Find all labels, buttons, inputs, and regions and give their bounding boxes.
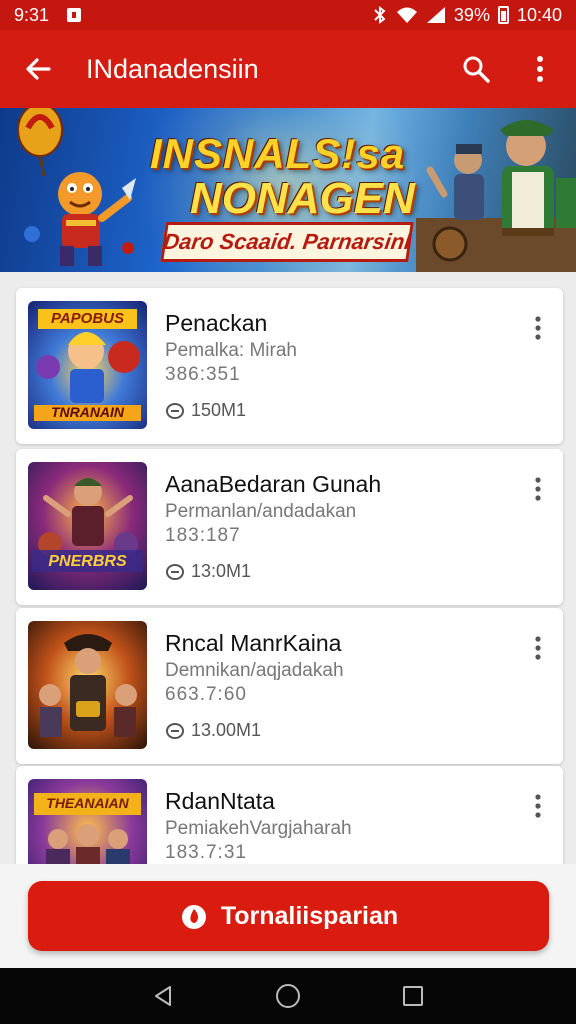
app-bar: INdanadensiin <box>0 30 576 108</box>
list-item[interactable]: PAPOBUS TNRANAIN Penackan Pemalka: Mirah… <box>16 288 563 444</box>
item-more-button[interactable] <box>527 630 549 666</box>
list-item[interactable]: Rncal ManrKaina Demnikan/aqjadakah 663.7… <box>16 608 563 764</box>
game-number: 183.7:31 <box>165 842 247 863</box>
more-vert-icon <box>535 794 541 818</box>
thumbnail-label: PAPOBUS <box>50 310 125 327</box>
banner-subtitle: Daro Scaaid. Parnarsinl <box>160 222 414 262</box>
banner-title-line1: INSNALS!sa <box>150 130 406 177</box>
search-icon <box>463 56 490 83</box>
list-item[interactable]: THEANAIAN RdanNtata PemiakehVargjaharah … <box>16 766 563 864</box>
game-title: Rncal ManrKaina <box>165 630 342 656</box>
item-more-button[interactable] <box>527 471 549 507</box>
bluetooth-icon <box>374 6 386 24</box>
more-options-button[interactable] <box>520 49 560 89</box>
more-vert-icon <box>535 316 541 340</box>
game-subtitle: Demnikan/aqjadakah <box>165 660 344 681</box>
search-button[interactable] <box>456 49 496 89</box>
game-title: RdanNtata <box>165 788 275 814</box>
flame-icon <box>181 905 206 929</box>
game-number: 183:187 <box>165 525 241 546</box>
status-time-left: 9:31 <box>14 4 50 25</box>
circle-home-icon <box>275 984 300 1008</box>
game-thumbnail <box>28 621 147 749</box>
download-size-icon <box>166 722 184 739</box>
notification-icon <box>67 8 82 22</box>
nav-recents-button[interactable] <box>393 976 433 1016</box>
page-title: INdanadensiin <box>86 53 259 84</box>
square-recents-icon <box>403 986 424 1006</box>
thumbnail-label: PNERBRS <box>48 553 127 570</box>
back-button[interactable] <box>16 47 60 91</box>
triangle-back-icon <box>154 986 171 1006</box>
game-thumbnail: PNERBRS <box>28 462 147 590</box>
more-vert-icon <box>535 636 541 660</box>
item-more-button[interactable] <box>527 310 549 346</box>
game-subtitle: Pemalka: Mirah <box>165 340 297 361</box>
game-list[interactable]: PAPOBUS TNRANAIN Penackan Pemalka: Mirah… <box>0 272 576 864</box>
banner-title-line2: NONAGEN <box>190 174 415 223</box>
thumbnail-label: THEANAIAN <box>46 795 129 811</box>
battery-percent: 39% <box>453 4 490 25</box>
download-size-icon <box>166 402 184 419</box>
download-size-icon <box>166 563 184 580</box>
game-number: 663.7:60 <box>165 684 247 705</box>
bottom-action-area: Tornaliisparian <box>0 864 576 968</box>
game-size: 13:0M1 <box>165 561 251 582</box>
game-subtitle: Permanlan/andadakan <box>165 501 357 522</box>
game-size-value: 150M1 <box>191 400 247 420</box>
wifi-icon <box>396 7 417 23</box>
game-size-value: 13.00M1 <box>191 720 262 740</box>
more-vert-icon <box>535 477 541 501</box>
thumbnail-label: TNRANAIN <box>50 404 125 420</box>
nav-back-button[interactable] <box>143 976 183 1016</box>
status-bar: 9:31 39% 10:40 <box>0 0 576 30</box>
game-title: AanaBedaran Gunah <box>165 471 382 497</box>
game-title: Penackan <box>165 310 268 336</box>
primary-action-label: Tornaliisparian <box>220 901 399 930</box>
game-size: 13.00M1 <box>165 720 261 741</box>
banner-character-right <box>416 120 576 272</box>
game-size-value: 13:0M1 <box>191 561 252 581</box>
nav-home-button[interactable] <box>268 976 308 1016</box>
game-subtitle: PemiakehVargjaharah <box>165 818 352 839</box>
game-thumbnail: PAPOBUS TNRANAIN <box>28 301 147 429</box>
list-item[interactable]: PNERBRS AanaBedaran Gunah Permanlan/anda… <box>16 449 563 605</box>
item-more-button[interactable] <box>527 788 549 824</box>
game-size: 150M1 <box>165 400 246 421</box>
more-vert-icon <box>537 56 543 82</box>
signal-icon <box>426 7 445 23</box>
game-number: 386:351 <box>165 364 241 385</box>
battery-icon <box>497 6 509 24</box>
banner-character-left <box>17 108 136 266</box>
system-nav-bar <box>0 968 576 1024</box>
game-thumbnail: THEANAIAN <box>28 779 147 864</box>
primary-action-button[interactable]: Tornaliisparian <box>28 881 549 951</box>
promo-banner[interactable]: INSNALS!sa NONAGEN Daro Scaaid. Parnarsi… <box>0 108 576 272</box>
status-time-right: 10:40 <box>516 4 562 25</box>
arrow-left-icon <box>26 58 51 80</box>
